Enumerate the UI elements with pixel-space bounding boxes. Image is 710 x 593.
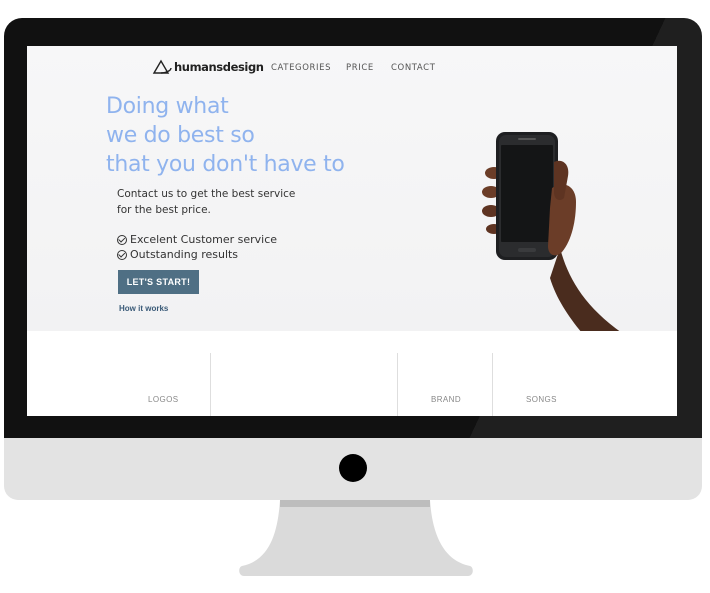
headline-line-1: Doing what — [106, 94, 229, 119]
category-brand[interactable]: BRAND — [431, 395, 461, 404]
monitor-stand — [239, 500, 473, 576]
nav-link-contact[interactable]: CONTACT — [391, 63, 436, 73]
category-divider — [397, 353, 398, 416]
how-it-works-link[interactable]: How it works — [119, 304, 168, 313]
categories-strip: LOGOS BRAND SONGS — [27, 331, 677, 416]
top-nav: humansdesign CATEGORIES PRICE CONTACT — [27, 46, 677, 90]
category-songs[interactable]: SONGS — [526, 395, 557, 404]
nav-link-categories[interactable]: CATEGORIES — [271, 63, 331, 73]
nav-link-price[interactable]: PRICE — [346, 63, 374, 73]
feature-item: Excelent Customer service — [117, 232, 277, 247]
brand-logo[interactable]: humansdesign — [152, 59, 264, 75]
check-circle-icon — [117, 234, 127, 245]
brand-name: humansdesign — [174, 60, 264, 74]
humansdesign-logo-icon — [152, 59, 172, 74]
feature-label: Excelent Customer service — [130, 233, 278, 246]
feature-list: Excelent Customer service Outstanding re… — [117, 232, 277, 262]
hero-section: humansdesign CATEGORIES PRICE CONTACT Do… — [27, 46, 677, 333]
headline-line-3: that you don't have to — [106, 152, 345, 177]
lets-start-button[interactable]: LET'S START! — [118, 270, 199, 294]
hero-tagline: Contact us to get the best service for t… — [117, 186, 295, 218]
feature-item: Outstanding results — [117, 247, 277, 262]
category-logos[interactable]: LOGOS — [148, 395, 178, 404]
feature-label: Outstanding results — [130, 248, 239, 261]
category-divider — [210, 353, 211, 416]
tagline-line-1: Contact us to get the best service — [117, 188, 296, 200]
monitor-logo-dot — [339, 454, 367, 482]
phone-in-hand-image — [482, 132, 622, 333]
website-screen: humansdesign CATEGORIES PRICE CONTACT Do… — [27, 46, 677, 416]
check-circle-icon — [117, 249, 127, 260]
hero-headline: Doing what we do best so that you don't … — [106, 92, 345, 179]
category-divider — [492, 353, 493, 416]
headline-line-2: we do best so — [106, 123, 255, 148]
tagline-line-2: for the best price. — [117, 204, 211, 216]
